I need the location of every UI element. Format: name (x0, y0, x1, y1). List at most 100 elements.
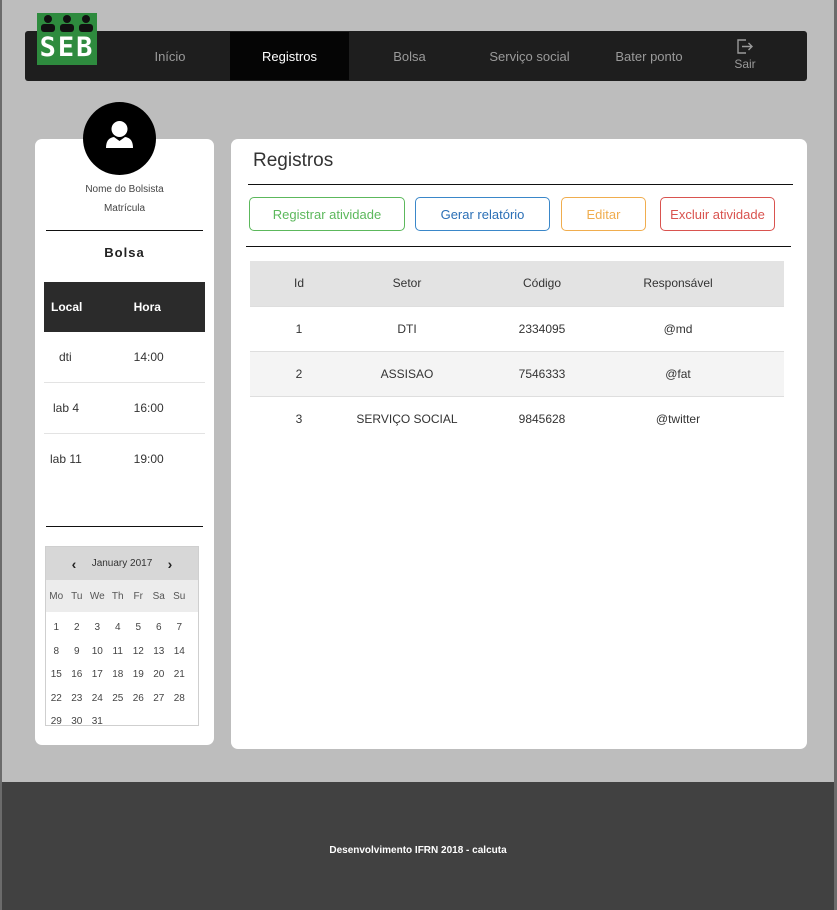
calendar-day[interactable]: 2 (67, 622, 88, 633)
cell-responsavel: @fat (618, 350, 738, 396)
logout-label: Sair (734, 57, 756, 71)
calendar-day[interactable]: 4 (108, 622, 129, 633)
weekday-label: We (89, 590, 105, 602)
cell-spacer (738, 350, 784, 396)
column-header-id: Id (250, 261, 348, 306)
cell-codigo: 7546333 (466, 350, 618, 396)
table-header-row: Local Hora (44, 282, 205, 332)
calendar-day[interactable]: 29 (46, 716, 67, 725)
calendar-day[interactable]: 31 (87, 716, 108, 725)
calendar-week-row: 15 16 17 18 19 20 21 (46, 663, 198, 687)
cell-spacer (738, 305, 784, 351)
sign-out-icon (737, 39, 753, 54)
calendar-day[interactable]: 23 (67, 693, 88, 704)
seb-logo[interactable]: SEB (37, 13, 97, 65)
cell-hora: 19:00 (133, 451, 164, 466)
calendar-day[interactable]: 17 (87, 669, 108, 680)
column-header-codigo: Código (466, 261, 618, 306)
calendar-day[interactable]: 28 (169, 693, 190, 704)
column-header-responsavel: Responsável (618, 261, 738, 306)
calendar-day[interactable]: 13 (149, 646, 170, 657)
table-row[interactable]: 2 ASSISAO 7546333 @fat (250, 350, 784, 396)
calendar-week-row: 29 30 31 (46, 710, 198, 725)
calendar-day[interactable]: 6 (149, 622, 170, 633)
calendar-day[interactable]: 8 (46, 646, 67, 657)
table-row[interactable]: 1 DTI 2334095 @md (250, 305, 784, 351)
calendar-day[interactable]: 10 (87, 646, 108, 657)
column-header-local: Local (44, 282, 115, 332)
calendar-day[interactable]: 21 (169, 669, 190, 680)
nav-item-registros[interactable]: Registros (230, 32, 349, 80)
chevron-right-icon[interactable]: › (155, 556, 185, 572)
registrar-atividade-button[interactable]: Registrar atividade (249, 197, 405, 231)
calendar-day[interactable]: 7 (169, 622, 190, 633)
cell-hora: 16:00 (114, 382, 205, 434)
calendar-day[interactable]: 20 (149, 669, 170, 680)
bolsa-schedule-table: Local Hora dti 14:00 lab 4 16:00 lab 11 … (44, 282, 205, 484)
calendar-day[interactable]: 15 (46, 669, 67, 680)
editar-button[interactable]: Editar (561, 197, 646, 231)
chevron-left-icon[interactable]: ‹ (59, 556, 89, 572)
table-row[interactable]: 3 SERVIÇO SOCIAL 9845628 @twitter (250, 395, 784, 441)
cell-hora: 14:00 (114, 332, 205, 383)
calendar-day[interactable]: 27 (149, 693, 170, 704)
calendar-day[interactable]: 16 (67, 669, 88, 680)
calendar-day[interactable]: 1 (46, 622, 67, 633)
cell-spacer (738, 395, 784, 441)
cell-id: 1 (250, 305, 348, 351)
weekday-label: Sa (152, 590, 165, 602)
nav-item-bater-ponto[interactable]: Bater ponto (589, 32, 709, 80)
cell-id: 3 (250, 395, 348, 441)
calendar-day[interactable]: 12 (128, 646, 149, 657)
calendar-day[interactable]: 24 (87, 693, 108, 704)
logout-button[interactable]: Sair (722, 38, 768, 76)
calendar-day[interactable]: 11 (108, 646, 129, 657)
calendar-week-row: 22 23 24 25 26 27 28 (46, 687, 198, 711)
sidebar-divider (46, 230, 203, 231)
calendar-header: ‹ January 2017 › (46, 547, 198, 580)
cell-responsavel: @twitter (618, 395, 738, 441)
calendar-day[interactable]: 30 (67, 716, 88, 725)
calendar-day[interactable]: 3 (87, 622, 108, 633)
calendar-month-label: January 2017 (91, 558, 153, 569)
avatar[interactable] (83, 102, 156, 175)
cell-local: lab 11 (50, 451, 82, 466)
bolsa-title: Bolsa (104, 245, 145, 260)
table-row: lab 11 19:00 (44, 433, 205, 484)
cell-codigo: 2334095 (466, 305, 618, 351)
footer-text: Desenvolvimento IFRN 2018 - calcuta (329, 845, 507, 856)
nav-item-bolsa[interactable]: Bolsa (349, 32, 470, 80)
table-row: dti 14:00 (44, 332, 205, 383)
weekday-label: Th (111, 590, 124, 602)
student-name: Nome do Bolsista (85, 184, 164, 195)
window-border-left (0, 0, 2, 910)
registros-table: Id Setor Código Responsável 1 DTI 233409… (250, 261, 784, 441)
weekday-label: Su (173, 590, 186, 602)
calendar-day[interactable]: 5 (128, 622, 149, 633)
calendar-day[interactable]: 14 (169, 646, 190, 657)
title-divider (248, 184, 793, 185)
calendar-day[interactable]: 25 (108, 693, 129, 704)
excluir-atividade-button[interactable]: Excluir atividade (660, 197, 775, 231)
logo-text: SEB (39, 32, 95, 63)
calendar-day[interactable]: 19 (128, 669, 149, 680)
calendar-weekdays: Mo Tu We Th Fr Sa Su (46, 580, 198, 612)
calendar-day[interactable]: 18 (108, 669, 129, 680)
column-header-setor: Setor (348, 261, 466, 306)
cell-id: 2 (250, 350, 348, 396)
gerar-relatorio-button[interactable]: Gerar relatório (415, 197, 550, 231)
cell-responsavel: @md (618, 305, 738, 351)
cell-local: lab 4 (44, 382, 115, 434)
column-header-hora: Hora (114, 282, 205, 332)
nav-item-inicio[interactable]: Início (110, 32, 230, 80)
nav-item-servico-social[interactable]: Serviço social (470, 32, 589, 80)
calendar-day[interactable]: 22 (46, 693, 67, 704)
cell-local: dti (44, 332, 115, 383)
cell-setor: ASSISAO (348, 350, 466, 396)
weekday-label: Mo (49, 590, 64, 602)
table-row: lab 4 16:00 (44, 382, 205, 434)
cell-setor: SERVIÇO SOCIAL (348, 395, 466, 441)
calendar-day[interactable]: 26 (128, 693, 149, 704)
calendar-day[interactable]: 9 (67, 646, 88, 657)
weekday-label: Fr (133, 590, 143, 602)
